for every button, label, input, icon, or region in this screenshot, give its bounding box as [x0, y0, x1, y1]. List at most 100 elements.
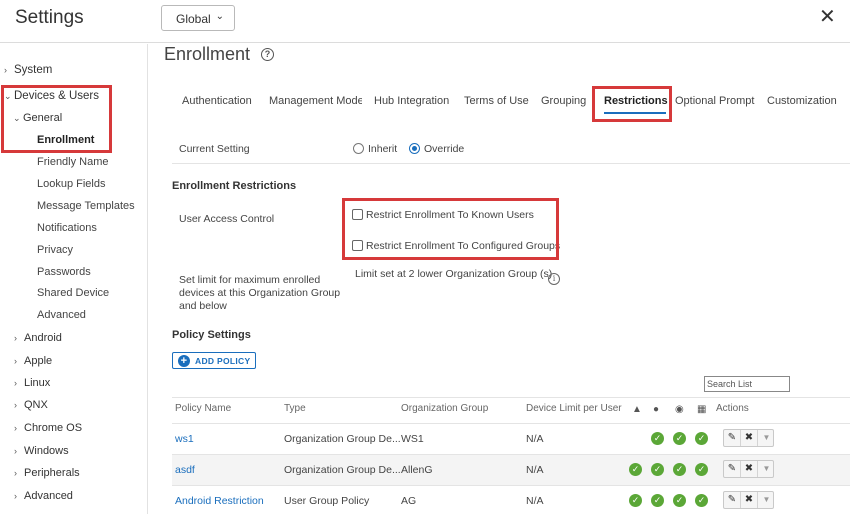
row-actions: ✎ ✖ ▼	[723, 491, 774, 509]
policy-name-link[interactable]: Android Restriction	[175, 495, 264, 507]
policy-limit: N/A	[526, 433, 544, 445]
inherit-label: Inherit	[368, 143, 398, 155]
inherit-radio[interactable]	[353, 143, 364, 154]
check-icon: ✓	[695, 494, 708, 507]
limit-value: Limit set at 2 lower Organization Group …	[355, 268, 553, 280]
tab-terms-of-use[interactable]: Terms of Use	[464, 95, 529, 107]
policy-group: AG	[401, 495, 417, 507]
sidebar-item-windows[interactable]: › Windows	[14, 445, 69, 457]
highlight-box-tab	[592, 86, 672, 122]
help-icon[interactable]: ?	[261, 48, 274, 61]
tab-optional-prompt[interactable]: Optional Prompt	[675, 95, 754, 107]
chevron-right-icon: ›	[14, 400, 17, 410]
page-title: Enrollment	[164, 44, 251, 64]
sidebar-item-privacy[interactable]: Privacy	[37, 244, 73, 256]
policy-name-link[interactable]: ws1	[175, 433, 194, 445]
check-icon: ✓	[673, 494, 686, 507]
check-icon: ✓	[673, 432, 686, 445]
sidebar-item-message-templates[interactable]: Message Templates	[37, 200, 135, 212]
limit-label-line1: Set limit for maximum enrolled	[179, 274, 321, 286]
policy-group: AllenG	[401, 464, 433, 476]
edit-icon[interactable]: ✎	[724, 430, 741, 446]
info-icon[interactable]: i	[548, 273, 560, 285]
divider	[172, 163, 850, 164]
sidebar-item-linux[interactable]: › Linux	[14, 377, 50, 389]
chevron-right-icon: ›	[4, 65, 7, 75]
chevron-down-icon[interactable]: ▼	[758, 430, 775, 446]
delete-icon[interactable]: ✖	[741, 461, 758, 477]
scope-dropdown[interactable]: Global ⌄	[161, 5, 235, 31]
sidebar-item-passwords[interactable]: Passwords	[37, 266, 91, 278]
override-radio[interactable]	[409, 143, 420, 154]
sidebar-item-notifications[interactable]: Notifications	[37, 222, 97, 234]
chevron-right-icon: ›	[14, 446, 17, 456]
add-policy-button[interactable]: + ADD POLICY	[172, 352, 256, 369]
table-top-border	[172, 397, 850, 398]
tab-hub-integration[interactable]: Hub Integration	[374, 95, 449, 107]
sidebar-item-android[interactable]: › Android	[14, 332, 62, 344]
limit-label-line3: and below	[179, 300, 227, 312]
sidebar-item-lookup-fields[interactable]: Lookup Fields	[37, 178, 106, 190]
add-policy-label: ADD POLICY	[195, 356, 251, 366]
override-label: Override	[424, 143, 465, 155]
chevron-right-icon: ›	[14, 356, 17, 366]
column-header-type[interactable]: Type	[284, 403, 306, 414]
column-header-actions: Actions	[716, 403, 749, 414]
sidebar-item-system[interactable]: › System	[4, 64, 52, 76]
sidebar-item-shared-device[interactable]: Shared Device	[37, 287, 109, 299]
policy-name-link[interactable]: asdf	[175, 464, 195, 476]
column-header-policy-name[interactable]: Policy Name	[175, 403, 231, 414]
sidebar-item-advanced[interactable]: › Advanced	[14, 490, 73, 502]
sidebar-item-friendly-name[interactable]: Friendly Name	[37, 156, 109, 168]
tab-authentication[interactable]: Authentication	[182, 95, 252, 107]
app-title: Settings	[15, 7, 84, 28]
policy-limit: N/A	[526, 495, 544, 507]
policy-type: Organization Group De...	[284, 464, 401, 476]
policy-group: WS1	[401, 433, 424, 445]
check-icon: ✓	[651, 463, 664, 476]
chevron-down-icon[interactable]: ▼	[758, 461, 775, 477]
chevron-down-icon: ⌄	[215, 11, 224, 22]
chevron-right-icon: ›	[14, 468, 17, 478]
edit-icon[interactable]: ✎	[724, 461, 741, 477]
sidebar-item-advanced-general[interactable]: Advanced	[37, 309, 86, 321]
scope-value: Global	[176, 12, 211, 26]
sidebar-item-apple[interactable]: › Apple	[14, 355, 52, 367]
current-setting-label: Current Setting	[179, 143, 250, 155]
close-icon[interactable]: ✕	[819, 7, 836, 27]
highlight-box-nav	[1, 85, 112, 153]
delete-icon[interactable]: ✖	[741, 492, 758, 508]
column-header-organization-group[interactable]: Organization Group	[401, 403, 488, 414]
policy-type: Organization Group De...	[284, 433, 401, 445]
tab-grouping[interactable]: Grouping	[541, 95, 586, 107]
sidebar-item-chrome-os[interactable]: › Chrome OS	[14, 422, 82, 434]
check-icon: ✓	[651, 432, 664, 445]
row-actions: ✎ ✖ ▼	[723, 429, 774, 447]
windows-icon: ▦	[697, 404, 707, 415]
delete-icon[interactable]: ✖	[741, 430, 758, 446]
policy-settings-title: Policy Settings	[172, 329, 251, 341]
check-icon: ✓	[629, 463, 642, 476]
chevron-right-icon: ›	[14, 378, 17, 388]
sidebar-item-qnx[interactable]: › QNX	[14, 399, 48, 411]
enrollment-restrictions-title: Enrollment Restrictions	[172, 180, 297, 192]
highlight-box-checkboxes	[342, 198, 559, 260]
limit-label-line2: devices at this Organization Group	[179, 287, 341, 299]
chevron-right-icon: ›	[14, 423, 17, 433]
search-list-input[interactable]: Search List	[704, 376, 790, 392]
check-icon: ✓	[673, 463, 686, 476]
apple-icon: ●	[653, 404, 660, 415]
top-bar: Settings Global ⌄ ✕	[0, 0, 850, 43]
chevron-down-icon[interactable]: ▼	[758, 492, 775, 508]
policy-type: User Group Policy	[284, 495, 370, 507]
tab-management-mode[interactable]: Management Mode	[269, 95, 362, 107]
tab-customization[interactable]: Customization	[767, 95, 837, 107]
check-icon: ✓	[695, 432, 708, 445]
chevron-right-icon: ›	[14, 491, 17, 501]
sidebar-item-peripherals[interactable]: › Peripherals	[14, 467, 80, 479]
edit-icon[interactable]: ✎	[724, 492, 741, 508]
chevron-right-icon: ›	[14, 333, 17, 343]
column-header-device-limit[interactable]: Device Limit per User	[526, 403, 622, 414]
android-icon: ▲	[632, 404, 642, 415]
policy-limit: N/A	[526, 464, 544, 476]
